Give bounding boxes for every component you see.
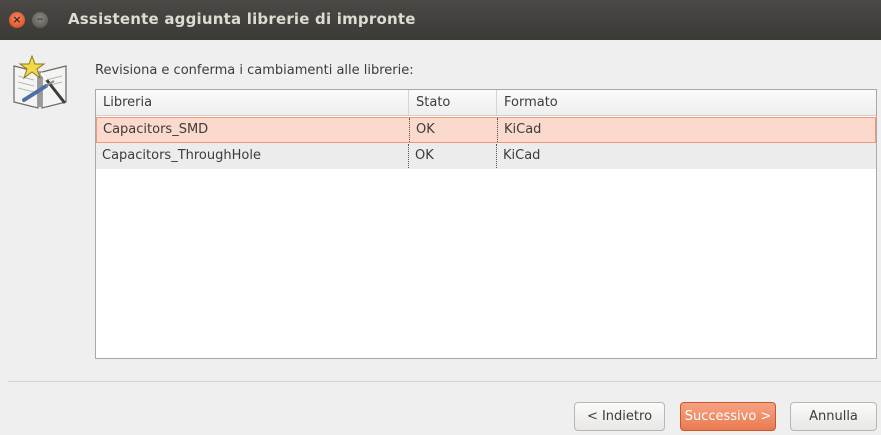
instruction-text: Revisiona e conferma i cambiamenti alle …: [95, 63, 414, 78]
close-icon[interactable]: ×: [9, 12, 25, 28]
back-button[interactable]: < Indietro: [574, 402, 665, 431]
table-row[interactable]: Capacitors_SMD OK KiCad: [96, 117, 876, 143]
cell-status: OK: [409, 118, 497, 142]
minimize-icon[interactable]: −: [32, 12, 48, 28]
book-wizard-icon: [13, 54, 67, 109]
table-row[interactable]: Capacitors_ThroughHole OK KiCad: [96, 143, 876, 169]
column-header-library[interactable]: Libreria: [96, 90, 408, 115]
library-table[interactable]: Libreria Stato Formato Capacitors_SMD OK…: [95, 89, 877, 359]
column-header-status[interactable]: Stato: [408, 90, 496, 115]
cell-status: OK: [408, 144, 496, 168]
divider: [8, 381, 881, 382]
next-button[interactable]: Successivo >: [680, 402, 776, 431]
column-header-format[interactable]: Formato: [496, 90, 876, 115]
table-header: Libreria Stato Formato: [96, 90, 876, 116]
cancel-button[interactable]: Annulla: [790, 402, 877, 431]
cell-format: KiCad: [496, 144, 876, 168]
cell-format: KiCad: [497, 118, 876, 142]
cell-library: Capacitors_ThroughHole: [102, 148, 261, 163]
window-title: Assistente aggiunta librerie di impronte: [68, 10, 416, 28]
cell-library: Capacitors_SMD: [103, 122, 209, 137]
title-bar: × − Assistente aggiunta librerie di impr…: [0, 0, 881, 40]
